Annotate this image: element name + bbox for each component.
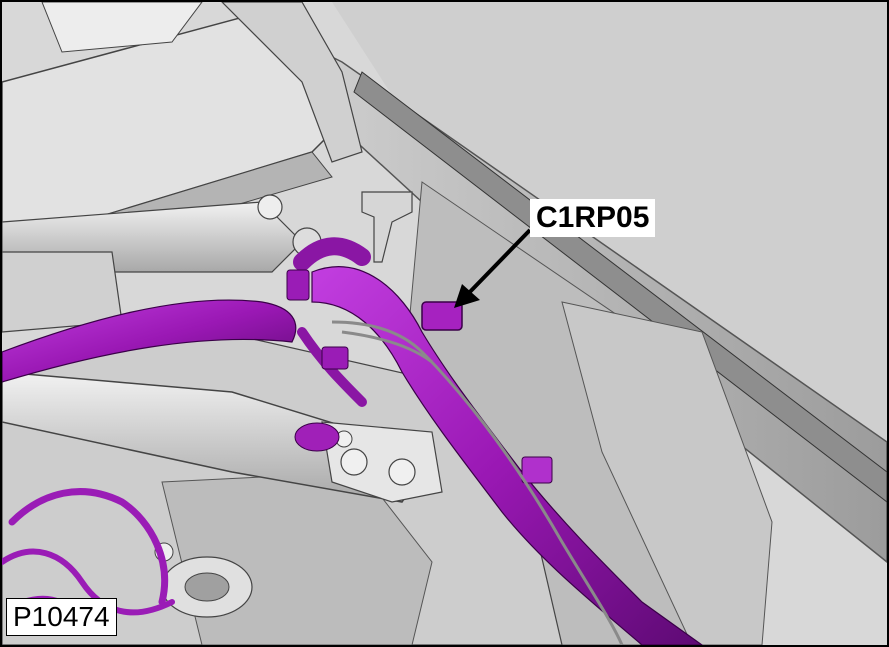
mount-bolt [340, 448, 368, 476]
harness-grommet [294, 422, 340, 452]
harness-clip [321, 346, 349, 370]
housing-boss-inner [184, 572, 230, 602]
engine-bay-illustration [2, 2, 887, 645]
harness-clip [521, 456, 553, 484]
connector-callout-label: C1RP05 [530, 199, 656, 237]
illustration-frame: C1RP05 P10474 [0, 0, 889, 647]
figure-id-label: P10474 [6, 598, 117, 636]
mount-bolt [388, 458, 416, 486]
harness-clip [286, 269, 310, 301]
wiper-pivot [257, 194, 283, 220]
